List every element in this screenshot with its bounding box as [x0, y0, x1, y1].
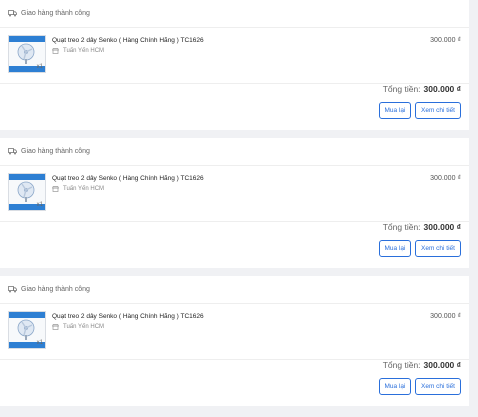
shop-name: Tuấn Yến HCM	[63, 186, 105, 192]
product-thumbnail[interactable]: x1	[8, 173, 46, 211]
delivery-truck-icon	[8, 286, 17, 293]
shop-icon	[52, 186, 59, 192]
view-detail-button[interactable]: Xem chi tiết	[415, 378, 461, 395]
product-thumbnail[interactable]: x1	[8, 311, 46, 349]
order-actions: Mua lại Xem chi tiết	[379, 378, 461, 395]
buy-again-button[interactable]: Mua lại	[379, 378, 411, 395]
order-actions: Mua lại Xem chi tiết	[379, 102, 461, 119]
order-actions: Mua lại Xem chi tiết	[379, 240, 461, 257]
shop-info[interactable]: Tuấn Yến HCM	[52, 48, 104, 54]
order-status-text: Giao hàng thành công	[21, 148, 90, 155]
order-total: Tổng tiền: 300.000 ₫	[383, 222, 461, 232]
total-label: Tổng tiền:	[382, 84, 421, 94]
delivery-truck-icon	[8, 148, 17, 155]
order-card: Giao hàng thành công x1 Quạt treo 2 dây …	[0, 276, 469, 406]
buy-again-button[interactable]: Mua lại	[379, 240, 411, 257]
total-value: 300.000 ₫	[423, 360, 461, 370]
order-status-text: Giao hàng thành công	[21, 10, 90, 17]
product-name[interactable]: Quạt treo 2 dây Senko ( Hàng Chính Hãng …	[52, 37, 204, 44]
total-value: 300.000 ₫	[423, 84, 461, 94]
product-price: 300.000 ₫	[430, 175, 461, 182]
order-total: Tổng tiền: 300.000 ₫	[383, 360, 461, 370]
total-value: 300.000 ₫	[423, 222, 461, 232]
order-status-header: Giao hàng thành công	[0, 0, 469, 28]
order-status-header: Giao hàng thành công	[0, 138, 469, 166]
shop-info[interactable]: Tuấn Yến HCM	[52, 186, 104, 192]
order-product-row[interactable]: x1 Quạt treo 2 dây Senko ( Hàng Chính Hã…	[0, 166, 469, 222]
order-status-header: Giao hàng thành công	[0, 276, 469, 304]
product-thumbnail[interactable]: x1	[8, 35, 46, 73]
order-product-row[interactable]: x1 Quạt treo 2 dây Senko ( Hàng Chính Hã…	[0, 28, 469, 84]
view-detail-button[interactable]: Xem chi tiết	[415, 102, 461, 119]
quantity-label: x1	[36, 340, 43, 346]
view-detail-button[interactable]: Xem chi tiết	[415, 240, 461, 257]
product-price: 300.000 ₫	[430, 313, 461, 320]
shop-name: Tuấn Yến HCM	[63, 48, 105, 54]
order-card: Giao hàng thành công x1 Quạt treo 2 dây …	[0, 0, 469, 130]
shop-info[interactable]: Tuấn Yến HCM	[52, 324, 104, 330]
delivery-truck-icon	[8, 10, 17, 17]
product-name[interactable]: Quạt treo 2 dây Senko ( Hàng Chính Hãng …	[52, 175, 204, 182]
order-list: Giao hàng thành công x1 Quạt treo 2 dây …	[0, 0, 478, 417]
shop-icon	[52, 48, 59, 54]
order-product-row[interactable]: x1 Quạt treo 2 dây Senko ( Hàng Chính Hã…	[0, 304, 469, 360]
quantity-label: x1	[36, 64, 43, 70]
shop-name: Tuấn Yến HCM	[63, 324, 105, 330]
product-name[interactable]: Quạt treo 2 dây Senko ( Hàng Chính Hãng …	[52, 313, 204, 320]
buy-again-button[interactable]: Mua lại	[379, 102, 411, 119]
order-card: Giao hàng thành công x1 Quạt treo 2 dây …	[0, 138, 469, 268]
product-price: 300.000 ₫	[430, 37, 461, 44]
shop-icon	[52, 324, 59, 330]
total-label: Tổng tiền:	[382, 222, 421, 232]
order-status-text: Giao hàng thành công	[21, 286, 90, 293]
order-total: Tổng tiền: 300.000 ₫	[383, 84, 461, 94]
total-label: Tổng tiền:	[382, 360, 421, 370]
quantity-label: x1	[36, 202, 43, 208]
